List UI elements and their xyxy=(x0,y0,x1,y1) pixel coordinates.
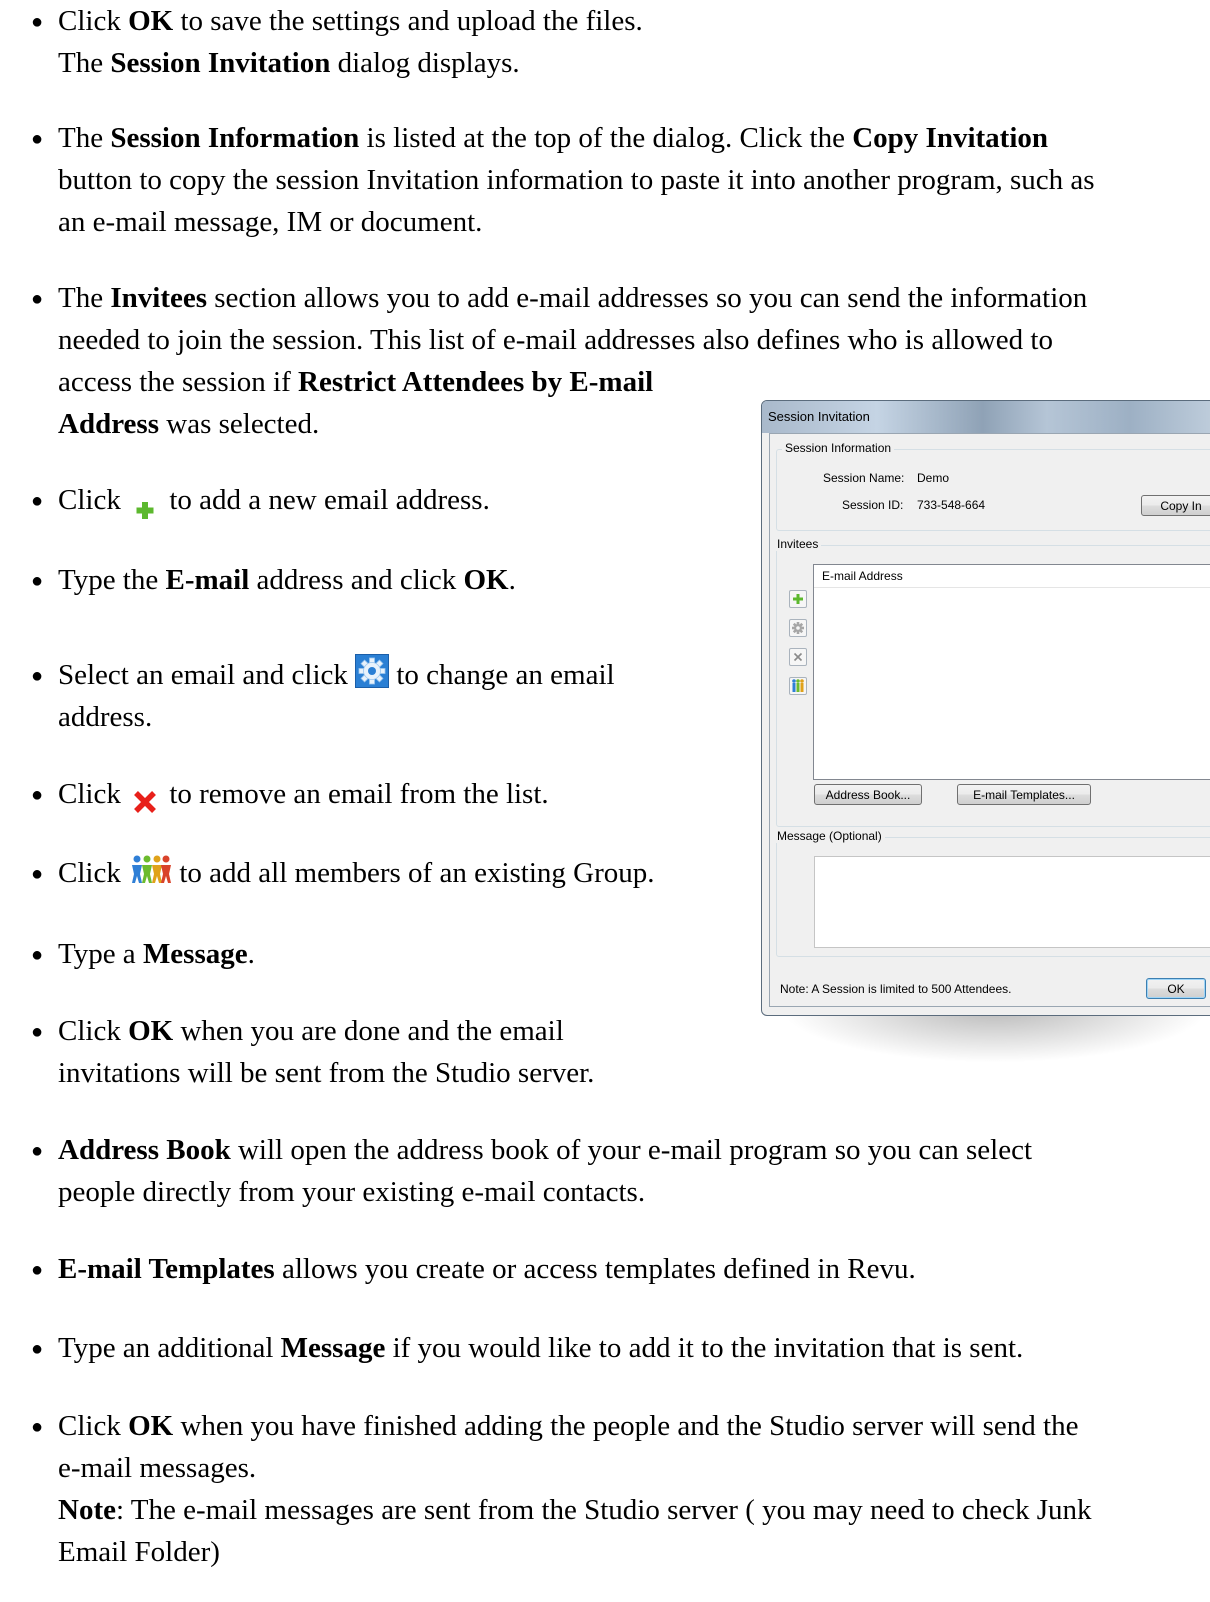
email-templates-button[interactable]: E-mail Templates... xyxy=(957,784,1091,805)
dialog-title: Session Invitation xyxy=(768,409,870,424)
edit-email-button[interactable] xyxy=(789,619,807,637)
instruction-text: Click to add a new email address. xyxy=(58,479,490,521)
bullet-dot: ● xyxy=(31,1140,44,1162)
instruction-text: Address Book will open the address book … xyxy=(58,1134,1033,1208)
bullet-dot: ● xyxy=(31,784,44,806)
instruction-text: Click OK to save the settings and upload… xyxy=(58,5,643,79)
instruction-text: Click to add all members of an existing … xyxy=(58,852,655,894)
dialog-shadow xyxy=(780,1008,1210,1063)
session-id-label: Session ID: xyxy=(842,498,904,512)
bullet-dot: ● xyxy=(31,490,44,512)
address-book-button[interactable]: Address Book... xyxy=(814,784,922,805)
email-address-column-header[interactable]: E-mail Address xyxy=(814,565,1210,588)
group-icon xyxy=(128,854,172,884)
session-name-value: Demo xyxy=(917,471,950,485)
bullet-dot: ● xyxy=(31,128,44,150)
bullet-dot: ● xyxy=(31,1259,44,1281)
instruction-text: Click to remove an email from the list. xyxy=(58,778,549,814)
bullet-dot: ● xyxy=(31,944,44,966)
bullet-dot: ● xyxy=(31,570,44,592)
instruction-text: Select an email and click to change an e… xyxy=(58,654,615,738)
instruction-text: E-mail Templates allows you create or ac… xyxy=(58,1253,916,1285)
instruction-text: Click OK when you are done and the email… xyxy=(58,1015,595,1089)
group-icon xyxy=(792,679,804,692)
invitees-label: Invitees xyxy=(774,537,822,551)
bullet-dot: ● xyxy=(31,863,44,885)
instruction-text: Type the E-mail address and click OK. xyxy=(58,564,516,596)
close-icon xyxy=(793,652,803,662)
bullet-dot: ● xyxy=(31,1338,44,1360)
attendee-limit-note: Note: A Session is limited to 500 Attend… xyxy=(780,982,1012,996)
bullet-dot: ● xyxy=(31,11,44,33)
plus-icon xyxy=(793,594,803,604)
instruction-text: Type an additional Message if you would … xyxy=(58,1332,1024,1364)
bullet-dot: ● xyxy=(31,288,44,310)
bullet-dot: ● xyxy=(31,665,44,687)
gear-icon xyxy=(792,622,804,634)
ok-button[interactable]: OK xyxy=(1146,978,1206,999)
instruction-text: Type a Message. xyxy=(58,938,255,970)
instruction-text: Click OK when you have finished adding t… xyxy=(58,1410,1092,1568)
dialog-body: Session Information Session Name: Demo S… xyxy=(769,433,1210,1007)
invitees-list[interactable]: E-mail Address xyxy=(813,564,1210,780)
add-email-button[interactable] xyxy=(789,590,807,608)
session-information-label: Session Information xyxy=(782,441,895,455)
bullet-dot: ● xyxy=(31,1416,44,1438)
copy-invitation-button[interactable]: Copy In xyxy=(1141,495,1210,516)
session-invitation-dialog: Session Invitation Session Information S… xyxy=(761,400,1210,1016)
gear-icon xyxy=(355,654,390,689)
session-id-value: 733-548-664 xyxy=(917,498,986,512)
dialog-titlebar: Session Invitation xyxy=(762,401,1210,433)
add-group-button[interactable] xyxy=(789,677,807,695)
session-name-label: Session Name: xyxy=(823,471,905,485)
message-input[interactable] xyxy=(814,856,1210,948)
message-label: Message (Optional) xyxy=(774,829,885,843)
plus-icon xyxy=(128,491,162,520)
session-information-group xyxy=(776,449,1210,531)
remove-email-button[interactable] xyxy=(789,648,807,666)
red-x-icon xyxy=(128,784,162,814)
instruction-text: The Session Information is listed at the… xyxy=(58,122,1095,238)
column-header-label: E-mail Address xyxy=(822,569,903,583)
bullet-dot: ● xyxy=(31,1021,44,1043)
